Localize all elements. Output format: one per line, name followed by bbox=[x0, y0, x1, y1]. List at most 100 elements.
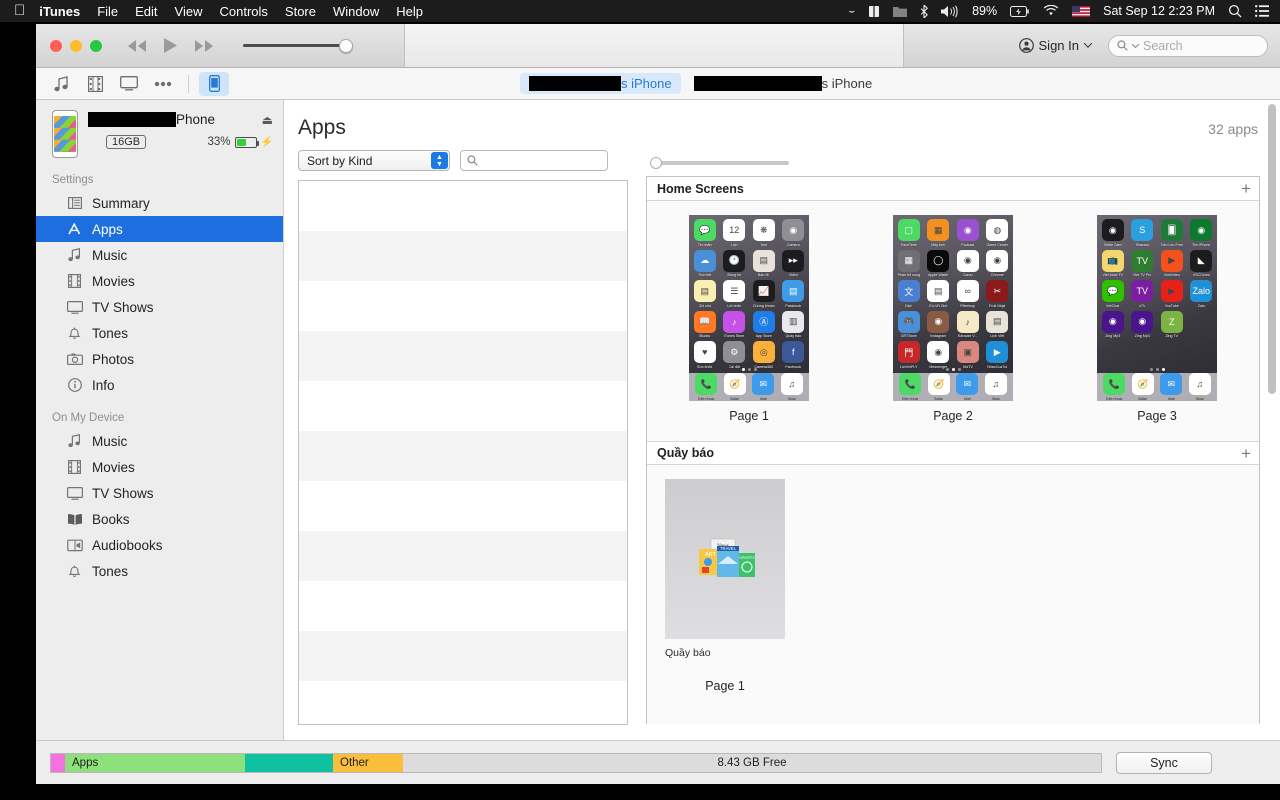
list-item[interactable] bbox=[299, 281, 627, 331]
itunes-search-field[interactable]: Search bbox=[1108, 34, 1268, 57]
list-item[interactable] bbox=[299, 231, 627, 281]
home-screen-app-icon[interactable]: ▶ YouTube bbox=[1159, 280, 1185, 308]
sort-dropdown[interactable]: Sort by Kind ▲ ▼ bbox=[298, 150, 450, 171]
list-item[interactable] bbox=[299, 681, 627, 724]
sync-button[interactable]: Sync bbox=[1116, 751, 1212, 774]
spotlight-search-icon[interactable] bbox=[1228, 4, 1242, 18]
home-screen-preview-3[interactable]: ◉ Selfie Cam S Shazam 🂠 Tien Len Free ◉ Tìm iPh… bbox=[1097, 215, 1217, 401]
home-screen-app-icon[interactable]: 文 Dịch bbox=[896, 280, 922, 308]
home-screen-app-icon[interactable]: ◉ Messenger bbox=[926, 341, 952, 369]
list-item[interactable] bbox=[299, 381, 627, 431]
menu-item-view[interactable]: View bbox=[175, 4, 203, 19]
dock-app-icon[interactable]: ♫ Nhạc bbox=[984, 373, 1007, 401]
dock-app-icon[interactable]: ✉ Mail bbox=[956, 373, 979, 401]
icon-zoom-slider[interactable] bbox=[646, 150, 1260, 176]
dock-app-icon[interactable]: ♫ Nhạc bbox=[780, 373, 803, 401]
menu-item-controls[interactable]: Controls bbox=[220, 4, 268, 19]
sidebar-item-tv-shows[interactable]: TV Shows bbox=[36, 294, 283, 320]
sidebar-item-device-books[interactable]: Books bbox=[36, 506, 283, 532]
list-item[interactable] bbox=[299, 481, 627, 531]
home-screen-app-icon[interactable]: ♪ Karaoke V... bbox=[955, 310, 981, 338]
home-screen-app-icon[interactable]: ☁ Thời tiết bbox=[692, 249, 718, 277]
main-scrollbar[interactable] bbox=[1268, 104, 1277, 754]
device-tab-1[interactable]: s iPhone bbox=[520, 73, 681, 94]
sign-in-button[interactable]: Sign In bbox=[1018, 38, 1092, 53]
home-screen-app-icon[interactable]: 🎮 GRTStore bbox=[896, 310, 922, 338]
folder-icon[interactable] bbox=[893, 6, 908, 17]
home-screen-app-icon[interactable]: ◍ Game Center bbox=[985, 219, 1011, 247]
apple-menu-icon[interactable]:  bbox=[14, 3, 25, 18]
sidebar-item-info[interactable]: Info bbox=[36, 372, 283, 398]
home-screen-app-icon[interactable]: 12 Lịch bbox=[722, 219, 748, 247]
home-screen-app-icon[interactable]: 📈 Chứng khoán bbox=[751, 280, 777, 308]
sidebar-item-photos[interactable]: Photos bbox=[36, 346, 283, 372]
list-item[interactable] bbox=[299, 431, 627, 481]
home-screen-page[interactable]: ▢ FaceTime ▦ Máy tính ◉ Podcast ◍ Game Center ▦ P… bbox=[851, 215, 1055, 423]
home-screen-app-icon[interactable]: Zalo Zalo bbox=[1189, 280, 1215, 308]
home-screen-app-icon[interactable]: ☰ Lời nhắc bbox=[722, 280, 748, 308]
list-item[interactable] bbox=[299, 581, 627, 631]
home-screen-app-icon[interactable]: Z Zing TV bbox=[1159, 310, 1185, 338]
add-home-screen-button[interactable]: + bbox=[1241, 180, 1251, 197]
home-screen-app-icon[interactable]: 💬 Tin nhắn bbox=[692, 219, 718, 247]
home-screen-app-icon[interactable]: ◉ Camera bbox=[781, 219, 807, 247]
home-screen-app-icon[interactable]: ◯ Apple Watch bbox=[926, 249, 952, 277]
dock-app-icon[interactable]: ✉ Mail bbox=[752, 373, 775, 401]
home-screen-app-icon[interactable]: 🕐 Đồng hồ bbox=[722, 249, 748, 277]
list-item[interactable] bbox=[299, 631, 627, 681]
home-screen-app-icon[interactable]: ▤ Bản đồ bbox=[751, 249, 777, 277]
scrollbar-thumb[interactable] bbox=[1268, 104, 1276, 394]
dock-app-icon[interactable]: ♫ Nhạc bbox=[1188, 373, 1211, 401]
home-screen-app-icon[interactable]: ❋ Ảnh bbox=[751, 219, 777, 247]
home-screen-app-icon[interactable]: TV xTV bbox=[1130, 280, 1156, 308]
home-screen-page[interactable]: 💬 Tin nhắn 12 Lịch ❋ Ảnh ◉ Camera ☁ Thời tiết 🕐 Đồn… bbox=[647, 215, 851, 423]
home-screen-app-icon[interactable]: ▸▸ Video bbox=[781, 249, 807, 277]
add-newsstand-page-button[interactable]: + bbox=[1241, 445, 1251, 462]
home-screen-app-icon[interactable]: 📖 iBooks bbox=[692, 310, 718, 338]
dock-app-icon[interactable]: 📞 Điện thoại bbox=[1103, 373, 1126, 401]
home-screen-app-icon[interactable]: ◉ Chrome bbox=[985, 249, 1011, 277]
dock-app-icon[interactable]: 🧭 Safari bbox=[927, 373, 950, 401]
list-item[interactable] bbox=[299, 531, 627, 581]
home-screen-app-icon[interactable]: ♥ Sức khỏe bbox=[692, 341, 718, 369]
home-screen-app-icon[interactable]: f Facebook bbox=[781, 341, 807, 369]
home-screen-app-icon[interactable]: ▤ En-VN Dict bbox=[926, 280, 952, 308]
menu-item-edit[interactable]: Edit bbox=[135, 4, 157, 19]
list-item[interactable] bbox=[299, 181, 627, 231]
zoom-slider-knob[interactable] bbox=[650, 157, 662, 169]
home-screen-app-icon[interactable]: ∞ Filterloop bbox=[955, 280, 981, 308]
home-screen-app-icon[interactable]: ▤ Passbook bbox=[781, 280, 807, 308]
home-screen-app-icon[interactable]: ▥ Quầy báo bbox=[781, 310, 807, 338]
home-screen-app-icon[interactable]: ▶ VivaVideo bbox=[1159, 249, 1185, 277]
home-screen-app-icon[interactable]: ◉ Selfie Cam bbox=[1100, 219, 1126, 247]
tv-shows-icon[interactable] bbox=[114, 72, 144, 96]
home-screen-app-icon[interactable]: ◣ VSCOcam bbox=[1189, 249, 1215, 277]
home-screen-app-icon[interactable]: ◉ Tìm iPhone bbox=[1189, 219, 1215, 247]
dock-app-icon[interactable]: 📞 Điện thoại bbox=[899, 373, 922, 401]
menu-item-window[interactable]: Window bbox=[333, 4, 379, 19]
sidebar-item-device-tv-shows[interactable]: TV Shows bbox=[36, 480, 283, 506]
home-screen-app-icon[interactable]: ◉ Zing Mp3 bbox=[1100, 310, 1126, 338]
previous-icon[interactable] bbox=[126, 39, 148, 53]
sidebar-item-summary[interactable]: Summary bbox=[36, 190, 283, 216]
sidebar-item-device-audiobooks[interactable]: Audiobooks bbox=[36, 532, 283, 558]
more-icon[interactable] bbox=[148, 72, 178, 96]
home-screen-app-icon[interactable]: TV Viet TV Pro bbox=[1130, 249, 1156, 277]
home-screen-app-icon[interactable]: 📺 Viet Mobi TV bbox=[1100, 249, 1126, 277]
volume-knob[interactable] bbox=[339, 38, 353, 53]
menu-item-store[interactable]: Store bbox=[285, 4, 316, 19]
sidebar-item-apps[interactable]: Apps bbox=[36, 216, 283, 242]
home-screen-app-icon[interactable]: ◉ Camu bbox=[955, 249, 981, 277]
app-list[interactable] bbox=[298, 180, 628, 725]
sidebar-item-device-music[interactable]: Music bbox=[36, 428, 283, 454]
home-screen-app-icon[interactable]: ◎ Camera360 bbox=[751, 341, 777, 369]
dock-app-icon[interactable]: 📞 Điện thoại bbox=[695, 373, 718, 401]
volume-icon[interactable] bbox=[941, 5, 959, 18]
sidebar-item-tones[interactable]: Tones bbox=[36, 320, 283, 346]
stepper-arrows-icon[interactable]: ▲ ▼ bbox=[431, 152, 448, 169]
home-screen-app-icon[interactable]: ▣ MoiTV bbox=[955, 341, 981, 369]
app-search-input[interactable] bbox=[460, 150, 608, 171]
home-screen-app-icon[interactable]: ▦ Máy tính bbox=[926, 219, 952, 247]
input-source-icon[interactable]: ⌣ bbox=[848, 6, 855, 17]
zoom-button[interactable] bbox=[90, 39, 102, 52]
